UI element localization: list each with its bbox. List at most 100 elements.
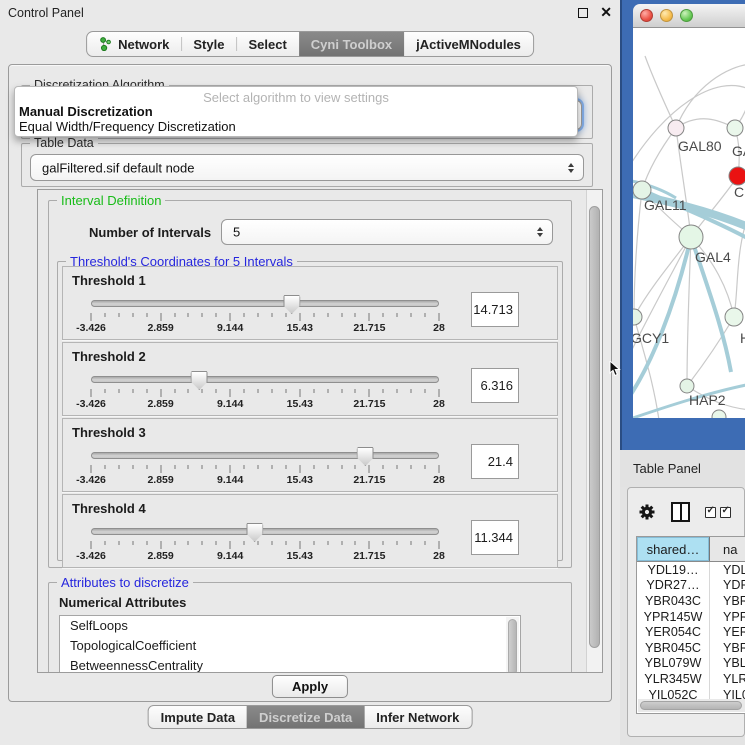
minor-tick xyxy=(285,465,286,469)
attribute-item-selfloops[interactable]: SelfLoops xyxy=(60,616,520,636)
column-header-shared[interactable]: shared… xyxy=(637,537,710,561)
table-row[interactable]: YDL19…YDL1 xyxy=(637,562,745,578)
tab-jactivemnodules[interactable]: jActiveMNodules xyxy=(404,32,533,56)
minor-tick xyxy=(355,313,356,317)
tab-cyni-toolbox[interactable]: Cyni Toolbox xyxy=(299,32,404,56)
network-edge[interactable] xyxy=(676,119,735,128)
minor-tick xyxy=(383,389,384,393)
show-columns-icon[interactable] xyxy=(671,502,690,522)
apply-button[interactable]: Apply xyxy=(272,675,348,698)
minor-tick xyxy=(216,313,217,317)
minor-tick xyxy=(425,541,426,545)
minor-tick xyxy=(258,389,259,393)
table-data-group: Table Data galFiltered.sif default node xyxy=(21,143,593,187)
threshold-4-slider-track[interactable] xyxy=(91,528,439,535)
table-row[interactable]: YDR27…YDR2 xyxy=(637,578,745,594)
settings-scrollbar-thumb[interactable] xyxy=(589,206,600,648)
tab-select[interactable]: Select xyxy=(236,32,298,56)
threshold-2-slider-track[interactable] xyxy=(91,376,439,383)
threshold-3-slider-track[interactable] xyxy=(91,452,439,459)
attribute-item-topologicalcoefficient[interactable]: TopologicalCoefficient xyxy=(60,636,520,656)
major-tick xyxy=(439,389,440,397)
threshold-4-slider-thumb[interactable] xyxy=(246,523,263,542)
close-icon[interactable]: ✕ xyxy=(600,4,612,21)
column-header-na[interactable]: na xyxy=(710,537,745,561)
network-node-h-partial[interactable] xyxy=(725,308,743,326)
table-row[interactable]: YBR043CYBR0 xyxy=(637,593,745,609)
table-hscrollbar-thumb[interactable] xyxy=(640,701,742,710)
threshold-2-slider-thumb[interactable] xyxy=(191,371,208,390)
network-edge[interactable] xyxy=(676,64,745,128)
threshold-3-slider-thumb[interactable] xyxy=(357,447,374,466)
minimize-traffic-light-icon[interactable] xyxy=(660,9,673,22)
tick-label: 15.43 xyxy=(287,474,313,486)
tick-label: 21.715 xyxy=(353,398,385,410)
minor-tick xyxy=(216,541,217,545)
network-node-gcy1[interactable] xyxy=(633,309,642,325)
zoom-traffic-light-icon[interactable] xyxy=(680,9,693,22)
network-node-gal80[interactable] xyxy=(668,120,684,136)
table-row[interactable]: YPR145WYPR1 xyxy=(637,609,745,625)
threshold-2-value-field[interactable]: 6.316 xyxy=(471,368,519,403)
number-of-intervals-combobox[interactable]: 5 xyxy=(221,219,553,245)
threshold-4-slider: -3.4262.8599.14415.4321.71528 xyxy=(91,495,439,569)
settings-vertical-scrollbar[interactable] xyxy=(586,190,602,672)
network-window-titlebar[interactable] xyxy=(633,4,745,28)
threshold-1-slider-track[interactable] xyxy=(91,300,439,307)
table-cell: YBL079W xyxy=(637,656,710,672)
minor-tick xyxy=(355,541,356,545)
table-cell: YDR27… xyxy=(637,578,710,594)
table-data-combo-value: galFiltered.sif default node xyxy=(42,160,194,175)
table-row[interactable]: YLR345WYLR3 xyxy=(637,671,745,687)
major-tick xyxy=(230,465,231,473)
network-edge[interactable] xyxy=(645,56,676,128)
algorithm-dropdown-popup: Select algorithm to view settings Manual… xyxy=(14,86,578,137)
gear-icon[interactable] xyxy=(638,503,656,521)
table-data-combobox[interactable]: galFiltered.sif default node xyxy=(30,154,584,181)
network-edge[interactable] xyxy=(687,237,691,386)
threshold-1-slider-thumb[interactable] xyxy=(283,295,300,314)
checkbox-icon[interactable] xyxy=(720,507,731,518)
threshold-3-value-field[interactable]: 21.4 xyxy=(471,444,519,479)
minor-tick xyxy=(132,389,133,393)
float-window-icon[interactable] xyxy=(578,8,588,18)
tab-network[interactable]: Network xyxy=(87,32,181,56)
algorithm-option-equal-width-frequency-discretization[interactable]: Equal Width/Frequency Discretization xyxy=(15,119,577,134)
network-node-bottom-partial[interactable] xyxy=(712,410,726,418)
checkbox-icon[interactable] xyxy=(705,507,716,518)
close-traffic-light-icon[interactable] xyxy=(640,9,653,22)
node-table: shared…na YDL19…YDL1YDR27…YDR2YBR043CYBR… xyxy=(636,536,745,714)
network-node-hap2[interactable] xyxy=(680,379,694,393)
minor-tick xyxy=(132,313,133,317)
network-edge[interactable] xyxy=(634,190,642,317)
slider-ticks xyxy=(91,465,439,474)
bottom-tab-infer-network[interactable]: Infer Network xyxy=(364,706,471,728)
bottom-tab-impute-data[interactable]: Impute Data xyxy=(149,706,247,728)
threshold-1-value-field[interactable]: 14.713 xyxy=(471,292,519,327)
threshold-4-value-field[interactable]: 11.344 xyxy=(471,520,519,555)
attribute-item-betweennesscentrality[interactable]: BetweennessCentrality xyxy=(60,656,520,673)
minor-tick xyxy=(104,541,105,545)
network-canvas[interactable]: GAL80GACGAL11GAL4GCY1HHAP2 xyxy=(633,28,745,418)
algorithm-option-manual-discretization[interactable]: Manual Discretization xyxy=(15,104,577,119)
attributes-list-scrollbar-thumb[interactable] xyxy=(508,619,517,673)
network-node-red[interactable] xyxy=(729,167,745,185)
table-row[interactable]: YBR045CYBR0 xyxy=(637,640,745,656)
major-tick xyxy=(91,313,92,321)
bottom-tab-discretize-data[interactable]: Discretize Data xyxy=(247,706,364,728)
table-row[interactable]: YBL079WYBL0 xyxy=(637,656,745,672)
table-row[interactable]: YER054CYER0 xyxy=(637,624,745,640)
tick-label: 9.144 xyxy=(217,474,243,486)
attributes-list-scrollbar[interactable] xyxy=(506,617,519,673)
minor-tick xyxy=(244,313,245,317)
tab-style[interactable]: Style xyxy=(181,32,236,56)
network-node-gal-partial[interactable] xyxy=(727,120,743,136)
network-node-gal4[interactable] xyxy=(679,225,703,249)
minor-tick xyxy=(146,541,147,545)
network-edge[interactable] xyxy=(642,128,676,190)
table-panel-title: Table Panel xyxy=(633,461,701,476)
table-horizontal-scrollbar[interactable] xyxy=(638,699,745,712)
network-edge[interactable] xyxy=(735,70,745,128)
control-panel-tabbar: NetworkStyleSelectCyni ToolboxjActiveMNo… xyxy=(86,31,534,57)
minor-tick xyxy=(327,541,328,545)
